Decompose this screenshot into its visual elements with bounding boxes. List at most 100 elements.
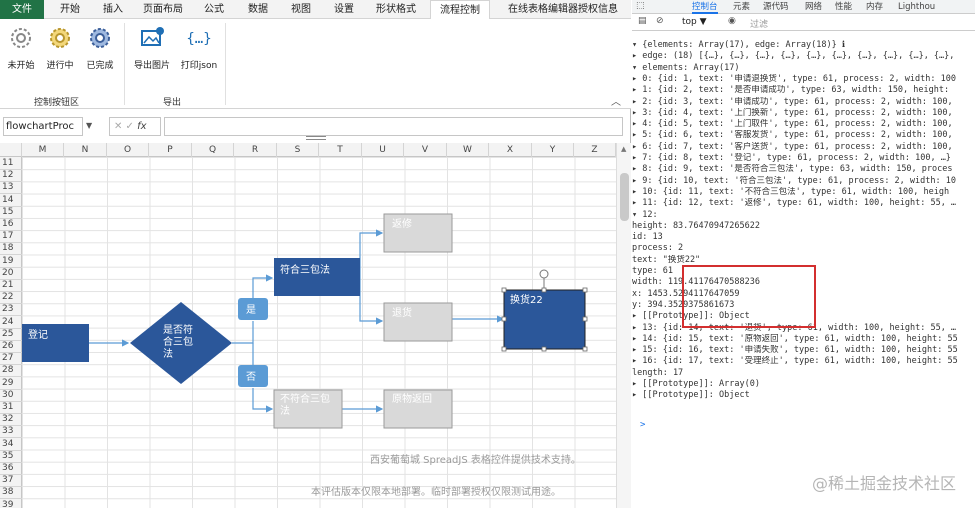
resize-handle[interactable]	[541, 346, 547, 352]
vertical-scrollbar[interactable]: ▲	[616, 143, 631, 508]
console-line[interactable]: ▸ [[Prototype]]: Object	[632, 390, 975, 401]
print-json-button[interactable]: {…} 打印json	[178, 25, 220, 71]
devtools-tab-memory[interactable]: 内存	[866, 0, 883, 14]
group-divider	[225, 23, 226, 105]
clear-console-icon[interactable]: ⊘	[656, 16, 664, 26]
site-watermark: @稀土掘金技术社区	[812, 474, 957, 493]
devtools-tab-network[interactable]: 网络	[805, 0, 822, 14]
resize-handle[interactable]	[501, 346, 507, 352]
console-line[interactable]: ▸ 3: {id: 4, text: '上门换新', type: 61, pro…	[632, 108, 975, 119]
context-select[interactable]: top ▼	[682, 17, 707, 27]
tab-settings[interactable]: 设置	[326, 0, 362, 19]
console-prompt[interactable]: >	[640, 420, 645, 430]
devtools-tab-sources[interactable]: 源代码	[763, 0, 789, 14]
console-line[interactable]: ▸ 2: {id: 3, text: '申请成功', type: 61, pro…	[632, 97, 975, 108]
console-line[interactable]: ▸ 6: {id: 7, text: '客户送货', type: 61, pro…	[632, 142, 975, 153]
console-line[interactable]: ▸ 5: {id: 6, text: '客服发货', type: 61, pro…	[632, 130, 975, 141]
completed-button[interactable]: 已完成	[79, 25, 121, 71]
flow-node-label: 符合三包法	[280, 263, 330, 276]
console-line[interactable]: length: 17	[632, 368, 975, 379]
sidebar-toggle-icon[interactable]: ▤	[638, 16, 647, 26]
inspect-icon[interactable]: ⬚	[636, 1, 645, 11]
not-started-button[interactable]: 未开始	[0, 25, 42, 71]
resize-handle[interactable]	[501, 316, 507, 322]
tab-shape-format[interactable]: 形状格式	[368, 0, 424, 19]
highlight-box	[682, 265, 816, 328]
devtools-tab-lighthouse[interactable]: Lighthou	[898, 0, 935, 14]
flow-node-exchange[interactable]: 换货22	[501, 269, 588, 352]
eye-icon[interactable]: ◉	[728, 16, 736, 26]
console-line[interactable]: height: 83.76470947265622	[632, 221, 975, 232]
console-line[interactable]: ▾ elements: Array(17)	[632, 63, 975, 74]
tab-home[interactable]: 开始	[52, 0, 88, 19]
name-box[interactable]: flowchartProc	[3, 117, 83, 136]
flow-no-label[interactable]: 否	[238, 365, 268, 387]
gear-progress-icon	[50, 28, 70, 48]
tab-page-layout[interactable]: 页面布局	[138, 0, 188, 19]
export-image-button[interactable]: 导出图片	[131, 25, 173, 71]
ribbon-tab-bar: 文件 开始 插入 页面布局 公式 数据 视图 设置 形状格式 流程控制 在线表格…	[0, 0, 631, 20]
flow-node-label: 登记	[28, 328, 48, 341]
print-json-label: 打印json	[180, 61, 218, 71]
console-line[interactable]: ▸ 1: {id: 2, text: '是否申请成功', type: 63, w…	[632, 85, 975, 96]
completed-label: 已完成	[86, 61, 114, 71]
formula-input[interactable]	[164, 117, 623, 136]
console-line[interactable]: ▸ edge: (18) [{…}, {…}, {…}, {…}, {…}, {…	[632, 51, 975, 62]
console-line[interactable]: ▸ 10: {id: 11, text: '不符合三包法', type: 61,…	[632, 187, 975, 198]
console-line[interactable]: ▾ {elements: Array(17), edge: Array(18)}…	[632, 40, 975, 51]
flow-node-register[interactable]: 登记	[22, 324, 89, 362]
rotate-handle-icon[interactable]	[539, 269, 549, 279]
console-line[interactable]: ▸ [[Prototype]]: Array(0)	[632, 379, 975, 390]
resize-handle[interactable]	[582, 287, 588, 293]
flow-yes-label[interactable]: 是	[238, 298, 268, 320]
console-line[interactable]: ▸ 4: {id: 5, text: '上门取件', type: 61, pro…	[632, 119, 975, 130]
devtools-tab-bar: ⬚ 控制台 元素 源代码 网络 性能 内存 Lighthou	[632, 0, 975, 14]
devtools-tab-elements[interactable]: 元素	[733, 0, 750, 14]
console-line[interactable]: id: 13	[632, 232, 975, 243]
gear-done-icon	[90, 28, 110, 48]
console-line[interactable]: ▸ 0: {id: 1, text: '申请退换货', type: 61, pr…	[632, 74, 975, 85]
tab-flow-control[interactable]: 流程控制	[430, 0, 490, 20]
flow-node-back[interactable]: 原物返回	[383, 389, 453, 429]
scrollbar-thumb[interactable]	[620, 173, 629, 221]
console-filter-input[interactable]: 过滤	[750, 17, 768, 30]
in-progress-label: 进行中	[46, 61, 74, 71]
tab-insert[interactable]: 插入	[95, 0, 131, 19]
image-export-icon	[141, 27, 164, 46]
tab-data[interactable]: 数据	[240, 0, 276, 19]
console-line[interactable]: ▸ 14: {id: 15, text: '原物返回', type: 61, w…	[632, 334, 975, 345]
flow-node-label: 原物返回	[392, 392, 432, 405]
tab-view[interactable]: 视图	[283, 0, 319, 19]
console-line[interactable]: ▸ 11: {id: 12, text: '返修', type: 61, wid…	[632, 198, 975, 209]
console-line[interactable]: ▸ 7: {id: 8, text: '登记', type: 61, proce…	[632, 153, 975, 164]
console-line[interactable]: ▸ 9: {id: 10, text: '符合三包法', type: 61, p…	[632, 176, 975, 187]
resize-handle[interactable]	[582, 346, 588, 352]
flow-node-return[interactable]: 退货	[383, 302, 453, 342]
flow-node-meets[interactable]: 符合三包法	[274, 258, 360, 296]
console-line[interactable]: ▸ 15: {id: 16, text: '申请失败', type: 61, w…	[632, 345, 975, 356]
console-line[interactable]: process: 2	[632, 243, 975, 254]
tab-license-info[interactable]: 在线表格编辑器授权信息	[496, 0, 630, 19]
flow-node-repair[interactable]: 返修	[383, 213, 453, 253]
devtools-tab-performance[interactable]: 性能	[835, 0, 852, 14]
scroll-up-icon[interactable]: ▲	[621, 145, 626, 153]
tab-formula[interactable]: 公式	[196, 0, 232, 19]
resize-handle[interactable]	[501, 287, 507, 293]
console-line[interactable]: ▸ 8: {id: 9, text: '是否符合三包法', type: 63, …	[632, 164, 975, 175]
console-line[interactable]: ▾ 12:	[632, 210, 975, 221]
in-progress-button[interactable]: 进行中	[39, 25, 81, 71]
flow-node-not-meets[interactable]: 不符合三包法	[273, 389, 343, 429]
flow-decision-main[interactable]: 是否符合三包法	[130, 302, 232, 384]
ribbon-panel: 未开始 进行中 已完成 控制按钮区 导出图片 {…} 打印json 导出 ︿	[0, 19, 631, 109]
tab-file[interactable]: 文件	[0, 0, 44, 19]
splitter-handle[interactable]	[306, 136, 326, 140]
export-image-label: 导出图片	[133, 61, 170, 71]
chevron-down-icon[interactable]: ▼	[86, 121, 92, 130]
fx-icon[interactable]: fx	[137, 121, 146, 132]
resize-handle[interactable]	[541, 287, 547, 293]
devtools-tab-console[interactable]: 控制台	[692, 0, 718, 14]
flow-node-label: 否	[246, 371, 256, 383]
chevron-up-icon[interactable]: ︿	[611, 93, 621, 108]
console-line[interactable]: ▸ 16: {id: 17, text: '受理终止', type: 61, w…	[632, 356, 975, 367]
resize-handle[interactable]	[582, 316, 588, 322]
